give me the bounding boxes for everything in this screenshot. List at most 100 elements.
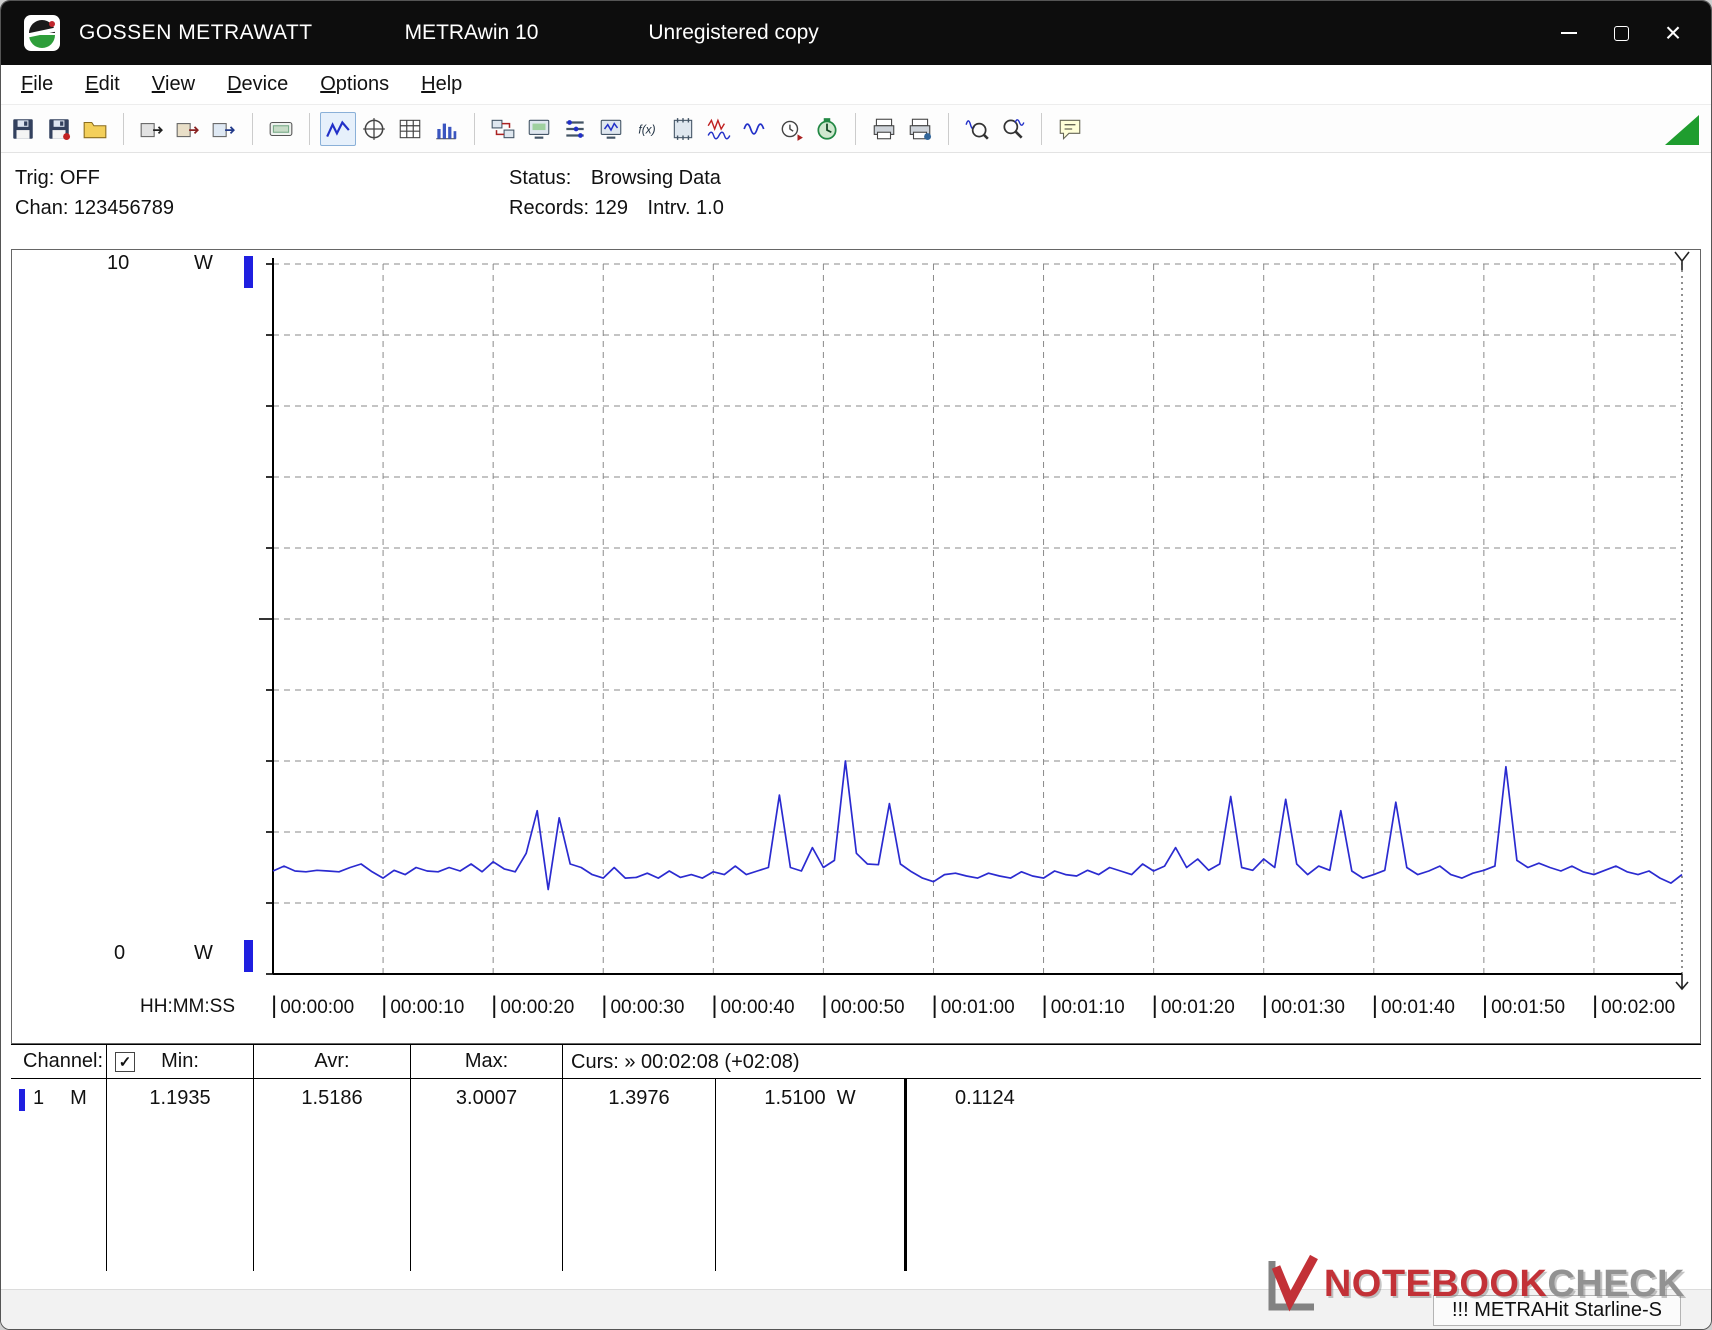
y-axis-unit-top: W — [194, 252, 213, 275]
open-icon[interactable] — [77, 112, 113, 146]
maximize-icon — [1614, 26, 1629, 41]
header-max: Max: — [411, 1045, 562, 1078]
x-tick-label: |00:01:50 — [1482, 992, 1565, 1020]
x-tick-label: |00:00:30 — [601, 992, 684, 1020]
menu-item-help[interactable]: Help — [405, 65, 478, 105]
header-avr: Avr: — [254, 1045, 410, 1078]
device-memory-icon[interactable] — [665, 112, 701, 146]
channel-number: 1 — [33, 1087, 44, 1110]
x-tick-label: |00:01:30 — [1262, 992, 1345, 1020]
formula-icon[interactable]: f(x) — [629, 112, 665, 146]
metrawin-window: GOSSEN METRAWATT METRAwin 10 Unregistere… — [0, 0, 1712, 1330]
y-axis-max-label: 10 — [107, 252, 129, 275]
table-header-row: Channel: ✓ Min: Avr: Max: Curs: » 00:02:… — [11, 1045, 1701, 1079]
save-icon[interactable] — [5, 112, 41, 146]
svg-text:f(x): f(x) — [638, 122, 655, 136]
channel-list-icon[interactable] — [557, 112, 593, 146]
export-icon[interactable] — [134, 112, 170, 146]
menu-item-view[interactable]: View — [136, 65, 211, 105]
menu-item-edit[interactable]: Edit — [69, 65, 135, 105]
value-cursor-delta: 0.1124 — [907, 1079, 1701, 1271]
checkmark-icon: ✓ — [119, 1053, 132, 1071]
zoom-search-icon[interactable] — [995, 112, 1031, 146]
status-label: Status: — [509, 167, 571, 189]
trend-view-icon[interactable] — [320, 112, 356, 146]
menu-item-device[interactable]: Device — [211, 65, 304, 105]
records-count: Records: 129 — [509, 197, 628, 219]
channel-range-marker-bottom[interactable] — [244, 940, 253, 972]
x-axis-name: HH:MM:SS — [140, 996, 235, 1018]
timer-icon[interactable] — [809, 112, 845, 146]
print-icon[interactable] — [866, 112, 902, 146]
interval-value: Intrv. 1.0 — [648, 197, 724, 219]
gossen-metrawatt-logo-icon — [23, 14, 61, 52]
channel-status: Chan: 123456789 — [15, 193, 174, 223]
x-tick-label: |00:02:00 — [1592, 992, 1675, 1020]
menu-bar: FileEditViewDeviceOptionsHelp — [1, 65, 1712, 105]
x-tick-label: |00:01:40 — [1372, 992, 1455, 1020]
watermark-text-1: NOTEBOOK — [1324, 1263, 1548, 1305]
header-channel: Channel: — [11, 1045, 106, 1078]
x-tick-label: |00:00:40 — [711, 992, 794, 1020]
device-transfer-icon[interactable] — [485, 112, 521, 146]
value-avr: 1.5186 — [254, 1079, 411, 1271]
header-cursor: Curs: » 00:02:08 (+02:08) — [571, 1045, 799, 1079]
table-view-icon[interactable] — [392, 112, 428, 146]
device-config-icon[interactable] — [521, 112, 557, 146]
x-tick-label: |00:00:20 — [491, 992, 574, 1020]
toolbar: f(x) — [1, 105, 1712, 153]
channel-mode: M — [70, 1087, 87, 1110]
status-value: Browsing Data — [591, 167, 721, 189]
x-tick-label: |00:01:10 — [1042, 992, 1125, 1020]
x-tick-label: |00:00:00 — [271, 992, 354, 1020]
green-indicator-icon — [1665, 115, 1699, 145]
close-button[interactable]: × — [1647, 1, 1699, 65]
trend-chart-panel[interactable]: 10 W 0 W HH:MM:SS |00:00:00 |00:00:10 |00:… — [11, 249, 1701, 1044]
display-icon[interactable] — [263, 112, 299, 146]
export-data-icon[interactable] — [206, 112, 242, 146]
histogram-view-icon[interactable] — [428, 112, 464, 146]
title-bar: GOSSEN METRAWATT METRAwin 10 Unregistere… — [1, 1, 1712, 65]
value-cursor-a: 1.3976 — [563, 1079, 716, 1271]
x-axis-labels: HH:MM:SS |00:00:00 |00:00:10 |00:00:20 |00:… — [12, 992, 1700, 1024]
maximize-button[interactable] — [1595, 1, 1647, 65]
y-axis-min-label: 0 — [114, 942, 125, 965]
channel-visible-checkbox[interactable]: ✓ — [115, 1052, 135, 1072]
printer-setup-icon[interactable] — [902, 112, 938, 146]
waveform-icon[interactable] — [737, 112, 773, 146]
save-as-icon[interactable] — [41, 112, 77, 146]
scope-view-icon[interactable] — [356, 112, 392, 146]
title-license-note: Unregistered copy — [648, 21, 818, 45]
channel-range-marker-top[interactable] — [244, 256, 253, 288]
trend-chart[interactable] — [12, 250, 1702, 1045]
trigger-status: Trig: OFF — [15, 163, 174, 193]
notebookcheck-logo-icon — [1262, 1253, 1324, 1315]
title-app-name: METRAwin 10 — [405, 21, 539, 45]
minimize-button[interactable] — [1543, 1, 1595, 65]
dual-wave-icon[interactable] — [701, 112, 737, 146]
clock-sync-icon[interactable] — [773, 112, 809, 146]
monitor-icon[interactable] — [593, 112, 629, 146]
x-tick-label: |00:00:50 — [821, 992, 904, 1020]
y-axis-unit-bottom: W — [194, 942, 213, 965]
menu-item-file[interactable]: File — [5, 65, 69, 105]
close-icon: × — [1665, 17, 1681, 49]
watermark-text-2: CHECK — [1547, 1263, 1685, 1305]
x-tick-label: |00:01:20 — [1152, 992, 1235, 1020]
notebookcheck-watermark: NOTEBOOKCHECK — [1262, 1253, 1685, 1315]
value-max: 3.0007 — [411, 1079, 563, 1271]
x-tick-label: |00:01:00 — [931, 992, 1014, 1020]
menu-item-options[interactable]: Options — [304, 65, 405, 105]
value-min: 1.1935 — [107, 1079, 254, 1271]
annotation-icon[interactable] — [1052, 112, 1088, 146]
measurement-table: Channel: ✓ Min: Avr: Max: Curs: » 00:02:… — [11, 1044, 1701, 1270]
x-tick-label: |00:00:10 — [381, 992, 464, 1020]
export-settings-icon[interactable] — [170, 112, 206, 146]
table-row: 1 M 1.1935 1.5186 3.0007 1.3976 1.5100 W… — [11, 1079, 1701, 1271]
title-brand: GOSSEN METRAWATT — [79, 21, 313, 45]
acquisition-info-bar: Trig: OFF Chan: 123456789 Status: Browsi… — [1, 153, 1712, 249]
minimize-icon — [1561, 32, 1577, 34]
channel-color-marker — [19, 1089, 25, 1111]
value-cursor-b: 1.5100 W — [716, 1079, 907, 1271]
zoom-wave-icon[interactable] — [959, 112, 995, 146]
